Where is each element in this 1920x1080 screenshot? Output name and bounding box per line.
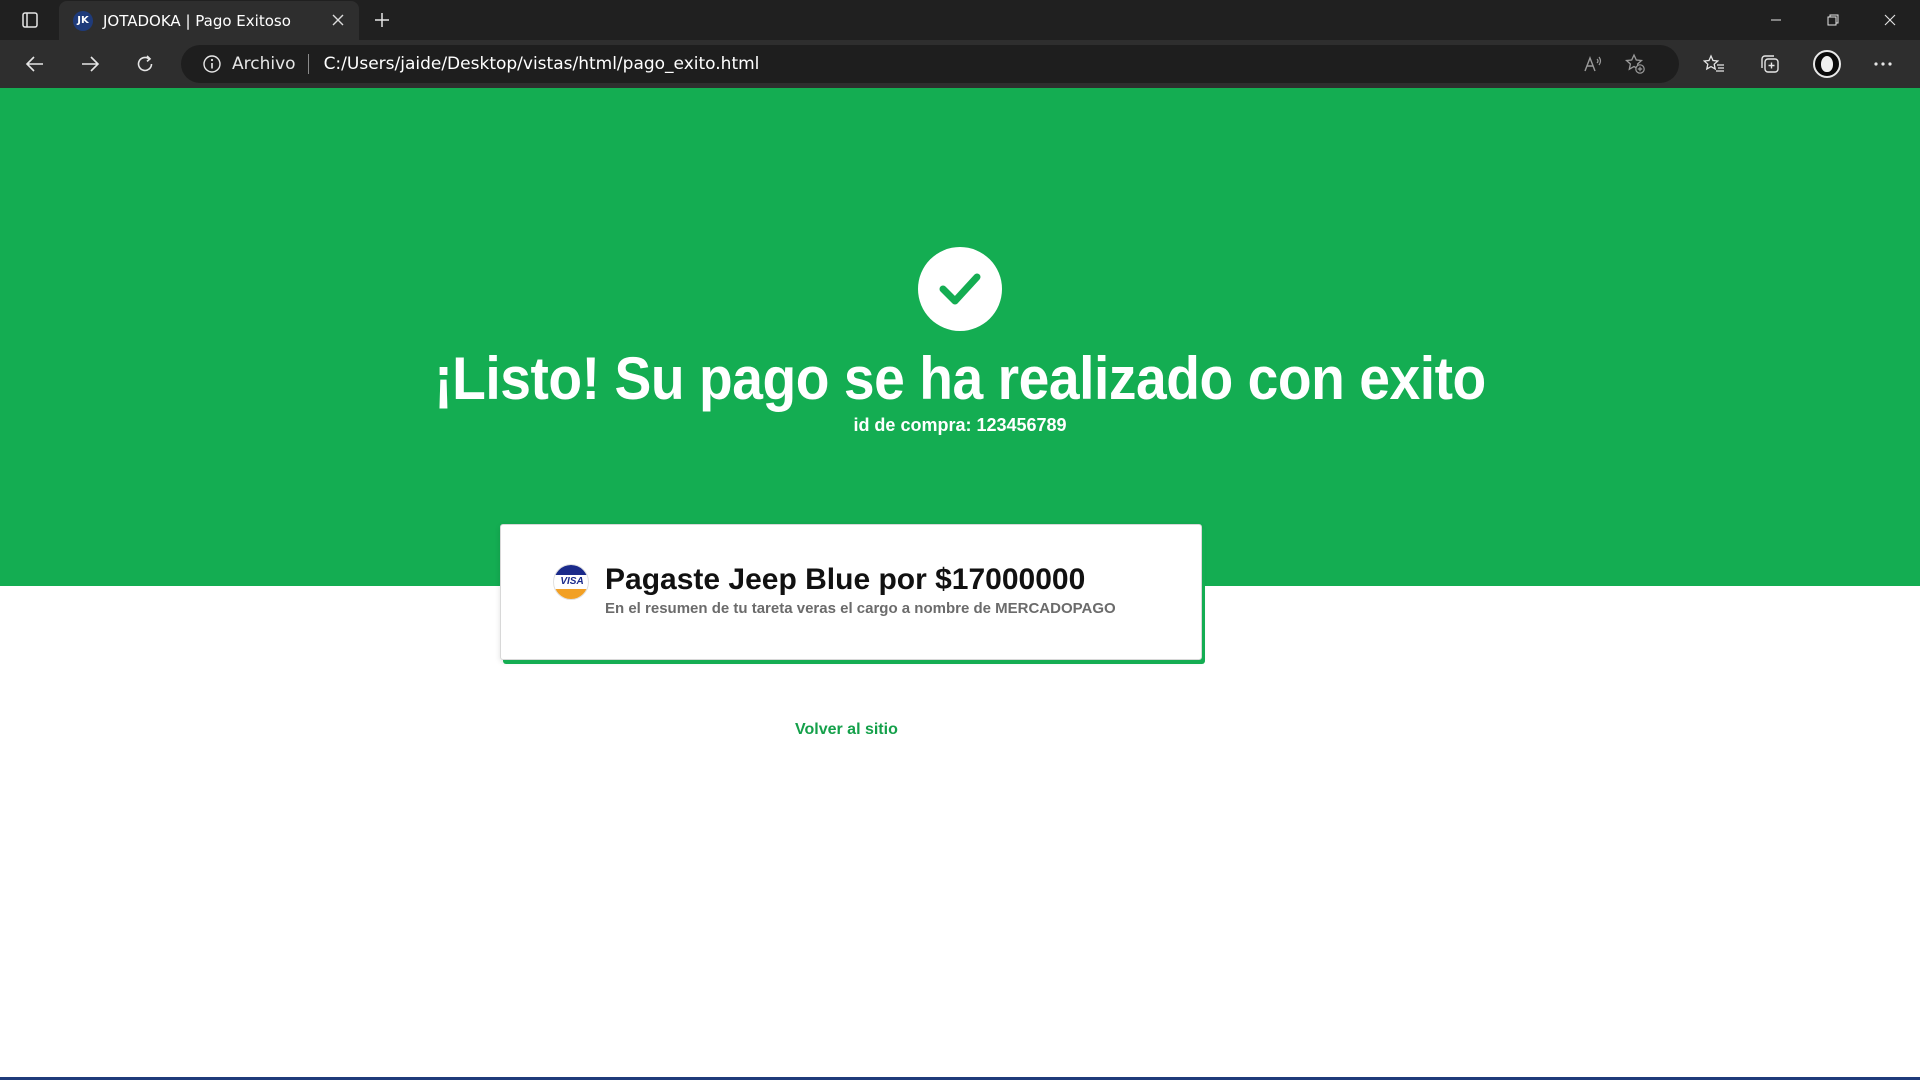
tab-actions-icon[interactable] <box>14 8 46 32</box>
address-bar[interactable]: Archivo C:/Users/jaide/Desktop/vistas/ht… <box>181 45 1679 83</box>
payment-subtitle: En el resumen de tu tareta veras el carg… <box>605 600 1116 617</box>
window-close-icon[interactable] <box>1862 0 1918 40</box>
arrow-left-icon[interactable] <box>17 48 53 80</box>
page-title: ¡Listo! Su pago se ha realizado con exit… <box>434 345 1486 412</box>
read-aloud-icon[interactable] <box>1579 51 1607 77</box>
back-to-site-link[interactable]: Volver al sitio <box>795 721 898 739</box>
purchase-id: id de compra: 123456789 <box>853 415 1067 435</box>
profile-avatar[interactable] <box>1810 48 1844 80</box>
tab-favicon: JK <box>73 10 93 31</box>
avatar <box>1813 50 1841 78</box>
more-icon[interactable] <box>1866 48 1900 80</box>
payment-summary-card: VISA Pagaste Jeep Blue por $17000000 En … <box>500 524 1202 660</box>
page-content: ¡Listo! Su pago se ha realizado con exit… <box>0 88 1920 1080</box>
plus-icon[interactable] <box>368 6 396 34</box>
minimize-icon[interactable] <box>1748 0 1804 40</box>
visa-icon: VISA <box>553 564 589 600</box>
restore-icon[interactable] <box>1805 0 1861 40</box>
reload-icon[interactable] <box>127 48 163 80</box>
browser-tab-bar: JK JOTADOKA | Pago Exitoso <box>0 0 1920 40</box>
address-divider <box>307 54 309 74</box>
tab-title: JOTADOKA | Pago Exitoso <box>103 11 291 30</box>
favorites-icon[interactable] <box>1697 48 1731 80</box>
browser-tab[interactable]: JK JOTADOKA | Pago Exitoso <box>59 1 359 40</box>
payment-title: Pagaste Jeep Blue por $17000000 <box>605 563 1086 596</box>
browser-toolbar: Archivo C:/Users/jaide/Desktop/vistas/ht… <box>0 40 1920 88</box>
info-icon[interactable] <box>202 54 222 74</box>
success-hero: ¡Listo! Su pago se ha realizado con exit… <box>0 88 1920 586</box>
close-icon[interactable] <box>327 9 349 31</box>
address-url[interactable]: C:/Users/jaide/Desktop/vistas/html/pago_… <box>324 54 760 74</box>
visa-badge-text: VISA <box>560 576 584 587</box>
checkmark-icon <box>918 247 1002 331</box>
address-scheme-label: Archivo <box>232 54 296 74</box>
collections-icon[interactable] <box>1753 48 1787 80</box>
arrow-right-icon[interactable] <box>72 48 108 80</box>
star-plus-icon[interactable] <box>1621 51 1649 77</box>
